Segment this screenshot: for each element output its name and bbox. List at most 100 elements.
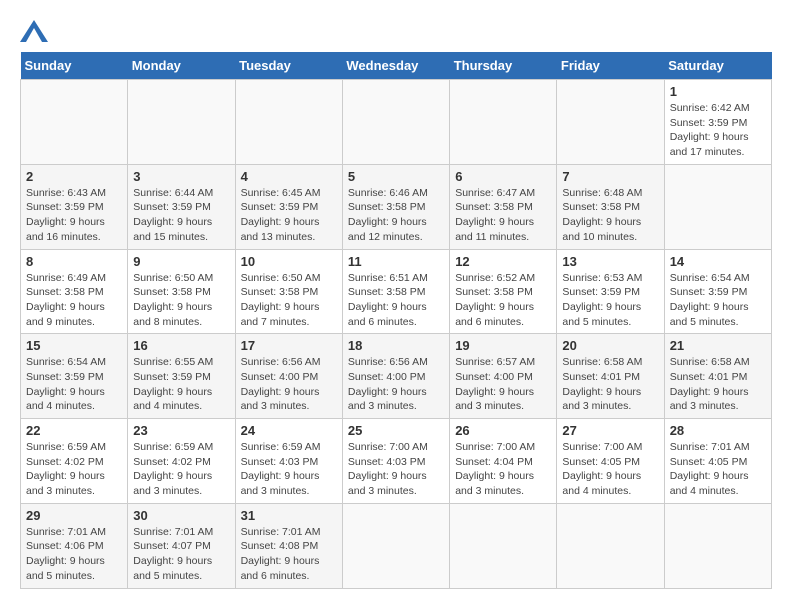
day-number: 22	[26, 423, 122, 438]
day-info: Sunrise: 6:43 AMSunset: 3:59 PMDaylight:…	[26, 186, 122, 245]
sunset: Sunset: 4:00 PM	[241, 371, 319, 383]
calendar-cell	[21, 80, 128, 165]
calendar-week-row: 15Sunrise: 6:54 AMSunset: 3:59 PMDayligh…	[21, 334, 772, 419]
sunrise: Sunrise: 6:54 AM	[26, 356, 106, 368]
calendar-body: 1 Sunrise: 6:42 AMSunset: 3:59 PMDaylight…	[21, 80, 772, 589]
sunrise: Sunrise: 7:01 AM	[670, 441, 750, 453]
daylight: Daylight: 9 hours and 6 minutes.	[241, 555, 320, 582]
day-info: Sunrise: 7:00 AMSunset: 4:04 PMDaylight:…	[455, 440, 551, 499]
calendar-table: SundayMondayTuesdayWednesdayThursdayFrid…	[20, 52, 772, 589]
daylight: Daylight: 9 hours and 7 minutes.	[241, 301, 320, 328]
daylight: Daylight: 9 hours and 10 minutes.	[562, 216, 641, 243]
sunset: Sunset: 4:04 PM	[455, 456, 533, 468]
daylight: Daylight: 9 hours and 9 minutes.	[26, 301, 105, 328]
day-number: 17	[241, 338, 337, 353]
day-number: 14	[670, 254, 766, 269]
day-info: Sunrise: 6:50 AM Sunset: 3:58 PM Daylight:…	[133, 271, 229, 330]
sunrise: Sunrise: 6:50 AM	[133, 272, 213, 284]
daylight: Daylight: 9 hours and 3 minutes.	[348, 386, 427, 413]
daylight: Daylight: 9 hours and 11 minutes.	[455, 216, 534, 243]
calendar-week-row: 29Sunrise: 7:01 AMSunset: 4:06 PMDayligh…	[21, 503, 772, 588]
day-info: Sunrise: 6:50 AMSunset: 3:58 PMDaylight:…	[241, 271, 337, 330]
sunset: Sunset: 4:08 PM	[241, 540, 319, 552]
day-number: 28	[670, 423, 766, 438]
day-info: Sunrise: 6:47 AMSunset: 3:58 PMDaylight:…	[455, 186, 551, 245]
calendar-cell	[664, 164, 771, 249]
calendar-cell: 17Sunrise: 6:56 AMSunset: 4:00 PMDayligh…	[235, 334, 342, 419]
day-header: Thursday	[450, 52, 557, 80]
sunrise: Sunrise: 6:59 AM	[133, 441, 213, 453]
day-info: Sunrise: 6:45 AMSunset: 3:59 PMDaylight:…	[241, 186, 337, 245]
day-number: 8	[26, 254, 122, 269]
sunrise: Sunrise: 6:56 AM	[241, 356, 321, 368]
sunset: Sunset: 3:58 PM	[562, 201, 640, 213]
daylight: Daylight: 9 hours and 15 minutes.	[133, 216, 212, 243]
daylight: Daylight: 9 hours and 3 minutes.	[455, 386, 534, 413]
day-number: 15	[26, 338, 122, 353]
day-number: 12	[455, 254, 551, 269]
day-number: 20	[562, 338, 658, 353]
calendar-cell: 14 Sunrise: 6:54 AMSunset: 3:59 PMDayligh…	[664, 249, 771, 334]
calendar-week-row: 8 Sunrise: 6:49 AM Sunset: 3:58 PM Daylight…	[21, 249, 772, 334]
calendar-cell: 20Sunrise: 6:58 AMSunset: 4:01 PMDayligh…	[557, 334, 664, 419]
sunset: Sunset: 3:59 PM	[133, 201, 211, 213]
day-number: 13	[562, 254, 658, 269]
sunset: Sunset: 3:59 PM	[241, 201, 319, 213]
day-number: 5	[348, 169, 444, 184]
day-number: 19	[455, 338, 551, 353]
sunrise: Sunrise: 6:51 AM	[348, 272, 428, 284]
calendar-cell: 23Sunrise: 6:59 AMSunset: 4:02 PMDayligh…	[128, 419, 235, 504]
daylight: Daylight: 9 hours and 8 minutes.	[133, 301, 212, 328]
sunset: Sunset: 4:00 PM	[455, 371, 533, 383]
calendar-cell: 16 Sunrise: 6:55 AMSunset: 3:59 PMDayligh…	[128, 334, 235, 419]
calendar-cell: 13Sunrise: 6:53 AMSunset: 3:59 PMDayligh…	[557, 249, 664, 334]
calendar-cell	[557, 503, 664, 588]
calendar-cell: 21Sunrise: 6:58 AMSunset: 4:01 PMDayligh…	[664, 334, 771, 419]
day-info: Sunrise: 7:01 AMSunset: 4:08 PMDaylight:…	[241, 525, 337, 584]
sunrise: Sunrise: 6:43 AM	[26, 187, 106, 199]
calendar-cell: 2Sunrise: 6:43 AMSunset: 3:59 PMDaylight…	[21, 164, 128, 249]
day-info: Sunrise: 6:46 AMSunset: 3:58 PMDaylight:…	[348, 186, 444, 245]
day-number: 27	[562, 423, 658, 438]
sunset: Sunset: 4:06 PM	[26, 540, 104, 552]
sunset: Sunset: 3:59 PM	[26, 201, 104, 213]
sunset: Sunset: 3:58 PM	[133, 286, 211, 298]
day-info: Sunrise: 6:56 AMSunset: 4:00 PMDaylight:…	[241, 355, 337, 414]
day-header: Saturday	[664, 52, 771, 80]
calendar-cell: 19Sunrise: 6:57 AMSunset: 4:00 PMDayligh…	[450, 334, 557, 419]
day-info: Sunrise: 6:44 AM Sunset: 3:59 PM Daylight:…	[133, 186, 229, 245]
calendar-header-row: SundayMondayTuesdayWednesdayThursdayFrid…	[21, 52, 772, 80]
day-info: Sunrise: 7:00 AMSunset: 4:03 PMDaylight:…	[348, 440, 444, 499]
daylight: Daylight: 9 hours and 4 minutes.	[26, 386, 105, 413]
day-number: 7	[562, 169, 658, 184]
sunrise: Sunrise: 6:52 AM	[455, 272, 535, 284]
sunrise: Sunrise: 7:01 AM	[26, 526, 106, 538]
daylight: Daylight: 9 hours and 13 minutes.	[241, 216, 320, 243]
sunrise: Sunrise: 6:49 AM	[26, 272, 106, 284]
daylight: Daylight: 9 hours and 12 minutes.	[348, 216, 427, 243]
sunset: Sunset: 3:58 PM	[26, 286, 104, 298]
daylight: Daylight: 9 hours and 17 minutes.	[670, 131, 749, 158]
day-info: Sunrise: 6:55 AMSunset: 3:59 PMDaylight:…	[133, 355, 229, 414]
sunrise: Sunrise: 6:44 AM	[133, 187, 213, 199]
calendar-cell: 10Sunrise: 6:50 AMSunset: 3:58 PMDayligh…	[235, 249, 342, 334]
day-number: 1	[670, 84, 766, 99]
day-info: Sunrise: 6:54 AMSunset: 3:59 PMDaylight:…	[670, 271, 766, 330]
day-number: 21	[670, 338, 766, 353]
sunrise: Sunrise: 6:58 AM	[670, 356, 750, 368]
daylight: Daylight: 9 hours and 3 minutes.	[133, 470, 212, 497]
day-number: 16	[133, 338, 229, 353]
daylight: Daylight: 9 hours and 3 minutes.	[455, 470, 534, 497]
calendar-cell: 27Sunrise: 7:00 AMSunset: 4:05 PMDayligh…	[557, 419, 664, 504]
sunrise: Sunrise: 7:00 AM	[562, 441, 642, 453]
calendar-cell: 24Sunrise: 6:59 AMSunset: 4:03 PMDayligh…	[235, 419, 342, 504]
calendar-week-row: 22 Sunrise: 6:59 AM Sunset: 4:02 PM Dayligh…	[21, 419, 772, 504]
sunset: Sunset: 4:02 PM	[26, 456, 104, 468]
day-info: Sunrise: 6:42 AMSunset: 3:59 PMDaylight:…	[670, 101, 766, 160]
sunrise: Sunrise: 6:59 AM	[241, 441, 321, 453]
daylight: Daylight: 9 hours and 3 minutes.	[670, 386, 749, 413]
daylight: Daylight: 9 hours and 3 minutes.	[562, 386, 641, 413]
day-info: Sunrise: 6:56 AMSunset: 4:00 PMDaylight:…	[348, 355, 444, 414]
day-info: Sunrise: 6:49 AM Sunset: 3:58 PM Daylight:…	[26, 271, 122, 330]
calendar-cell: 26Sunrise: 7:00 AMSunset: 4:04 PMDayligh…	[450, 419, 557, 504]
